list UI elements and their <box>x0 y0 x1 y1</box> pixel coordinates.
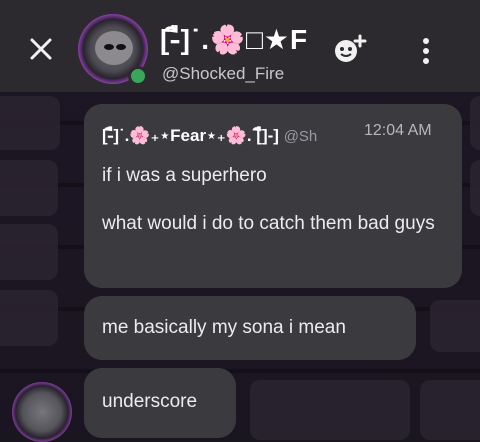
close-button[interactable] <box>26 34 56 64</box>
message-timestamp: 12:04 AM <box>364 122 432 139</box>
username-handle: @Shocked_Fire <box>162 64 285 83</box>
message-text: underscore <box>102 391 198 412</box>
online-status-indicator <box>128 66 148 86</box>
add-friend-icon <box>335 34 367 62</box>
chat-header: [-ื]˙.🌸□★F @Shocked_Fire <box>0 0 480 92</box>
message-text: if i was a superhero <box>102 165 267 186</box>
more-vertical-icon <box>414 34 438 64</box>
message-header: [-ื]˙.🌸₊⋆Fear⋆₊🌸. [ื]-] @Sh 12:04 AM <box>102 122 432 149</box>
message-text: me basically my sona i mean <box>102 317 346 338</box>
page-title[interactable]: [-ื]˙.🌸□★F <box>160 18 308 62</box>
message-text: what would i do to catch them bad guys <box>102 213 435 234</box>
add-friend-button[interactable] <box>333 34 369 64</box>
close-icon <box>30 38 52 60</box>
message-author[interactable]: [-ื]˙.🌸₊⋆Fear⋆₊🌸. [ื]-] <box>102 126 284 145</box>
avatar[interactable] <box>12 382 72 442</box>
profile-avatar[interactable] <box>78 14 148 86</box>
message-author-handle: @Sh <box>283 128 318 145</box>
more-options-button[interactable] <box>414 34 438 64</box>
